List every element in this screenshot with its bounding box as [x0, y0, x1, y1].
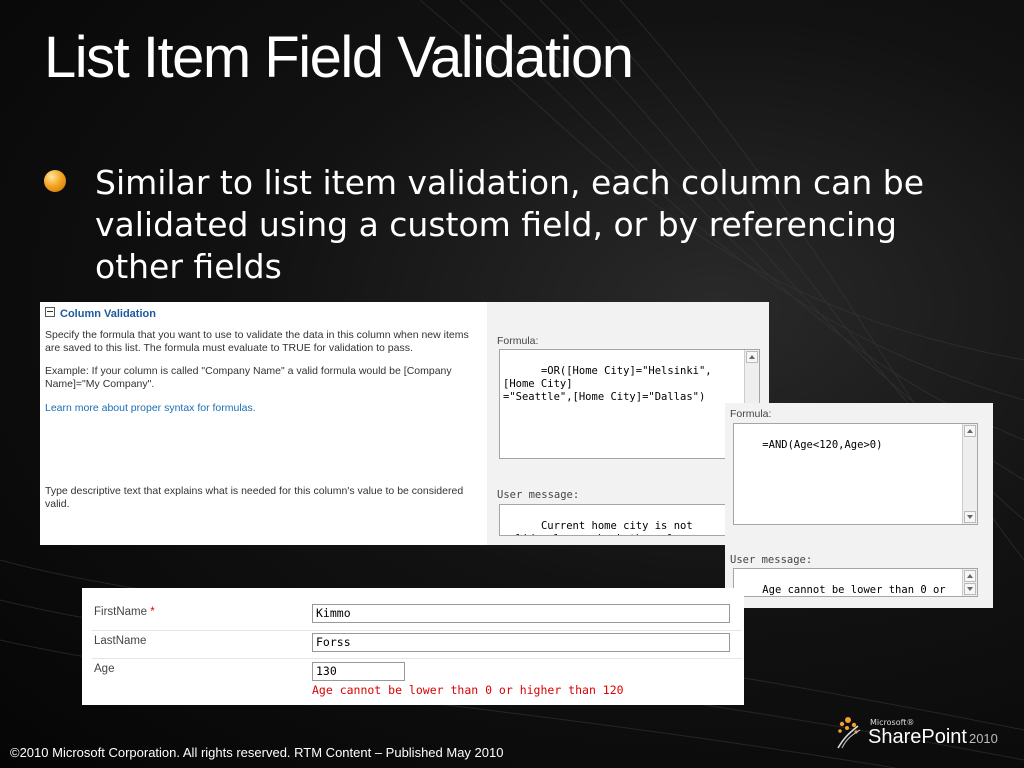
- column-validation-panel: Column Validation Specify the formula th…: [40, 302, 769, 545]
- age-user-message-scrollbar[interactable]: [962, 569, 977, 596]
- firstname-input[interactable]: Kimmo: [312, 604, 730, 623]
- scroll-up-icon[interactable]: [964, 425, 976, 437]
- form-row-age: Age 130 Age cannot be lower than 0 or hi…: [92, 658, 742, 703]
- formula-syntax-link[interactable]: Learn more about proper syntax for formu…: [45, 402, 475, 415]
- firstname-label: FirstName *: [94, 606, 155, 618]
- sharepoint-product-name: SharePoint: [868, 726, 967, 748]
- age-formula-textarea[interactable]: =AND(Age<120,Age>0): [733, 423, 978, 525]
- user-message-textarea-value: Current home city is not valid, please c…: [503, 520, 693, 535]
- age-formula-scrollbar[interactable]: [962, 424, 977, 524]
- age-error-message: Age cannot be lower than 0 or higher tha…: [312, 683, 624, 697]
- age-user-message-textarea-value: Age cannot be lower than 0 or higher tha…: [762, 584, 946, 596]
- age-formula-textarea-value: =AND(Age<120,Age>0): [762, 439, 883, 451]
- user-message-textarea[interactable]: Current home city is not valid, please c…: [499, 504, 727, 536]
- scroll-up-icon[interactable]: [746, 351, 758, 363]
- sharepoint-wordmark: SharePoint 2010: [868, 726, 998, 749]
- scroll-up-icon[interactable]: [964, 570, 976, 582]
- bullet-icon: [44, 170, 66, 192]
- required-mark: *: [150, 606, 155, 618]
- age-user-message-textarea[interactable]: Age cannot be lower than 0 or higher tha…: [733, 568, 978, 597]
- formula-label: Formula:: [497, 335, 539, 347]
- lastname-input[interactable]: Forss: [312, 633, 730, 652]
- column-validation-example: Example: If your column is called "Compa…: [45, 365, 452, 390]
- bullet-text: Similar to list item validation, each co…: [95, 163, 925, 286]
- slide-title: List Item Field Validation: [44, 25, 634, 90]
- age-label: Age: [94, 663, 115, 675]
- user-message-label: User message:: [497, 489, 580, 501]
- user-message-description: Type descriptive text that explains what…: [45, 485, 464, 510]
- age-input[interactable]: 130: [312, 662, 405, 681]
- form-row-lastname: LastName Forss: [92, 630, 742, 659]
- column-validation-description-area: Column Validation Specify the formula th…: [40, 302, 487, 545]
- firstname-label-text: FirstName: [94, 606, 148, 618]
- column-validation-header-label: Column Validation: [60, 308, 156, 320]
- list-item-form: FirstName * Kimmo LastName Forss Age 130…: [82, 588, 744, 705]
- scroll-down-icon[interactable]: [964, 583, 976, 595]
- scroll-down-icon[interactable]: [964, 511, 976, 523]
- lastname-label: LastName: [94, 635, 147, 647]
- formula-textarea-value: =OR([Home City]="Helsinki",[Home City] =…: [503, 365, 712, 403]
- sharepoint-logo-icon: [837, 717, 861, 749]
- form-row-firstname: FirstName * Kimmo: [92, 588, 742, 631]
- age-user-message-label: User message:: [730, 554, 813, 566]
- age-formula-label: Formula:: [730, 408, 772, 420]
- collapse-icon[interactable]: [45, 307, 55, 317]
- formula-textarea[interactable]: =OR([Home City]="Helsinki",[Home City] =…: [499, 349, 760, 459]
- copyright-footer: ©2010 Microsoft Corporation. All rights …: [10, 745, 504, 760]
- column-validation-header[interactable]: Column Validation: [45, 307, 156, 320]
- age-validation-panel: Formula: =AND(Age<120,Age>0) User messag…: [725, 403, 993, 608]
- sharepoint-logo: Microsoft® SharePoint 2010: [834, 714, 1014, 754]
- sharepoint-year: 2010: [968, 731, 998, 746]
- column-validation-description: Specify the formula that you want to use…: [45, 329, 469, 354]
